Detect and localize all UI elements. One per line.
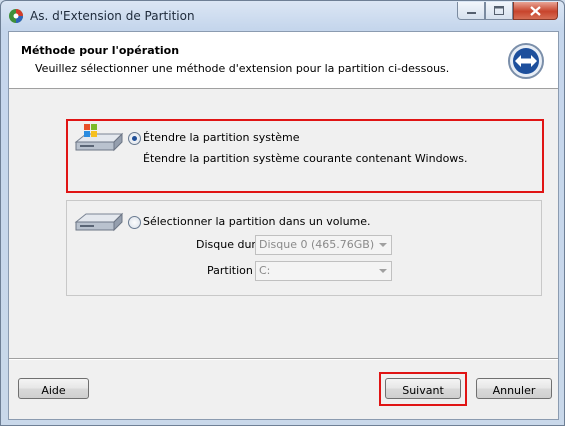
maximize-button[interactable] bbox=[485, 2, 513, 20]
chevron-down-icon bbox=[379, 243, 387, 247]
option-extend-system-description: Étendre la partition système courante co… bbox=[143, 152, 468, 165]
minimize-button[interactable] bbox=[457, 2, 485, 20]
title-bar[interactable]: As. d'Extension de Partition bbox=[1, 1, 564, 31]
next-button[interactable]: Suivant bbox=[385, 378, 461, 399]
maximize-icon bbox=[494, 6, 504, 15]
disk-select-value: Disque 0 (465.76GB) bbox=[259, 238, 375, 251]
disk-icon bbox=[74, 212, 124, 232]
wizard-window: As. d'Extension de Partition Méthode pou… bbox=[0, 0, 565, 426]
window-title: As. d'Extension de Partition bbox=[30, 9, 195, 23]
footer-separator bbox=[9, 358, 558, 360]
cancel-button[interactable]: Annuler bbox=[476, 378, 552, 399]
partition-select[interactable]: C: bbox=[255, 261, 392, 281]
chevron-down-icon bbox=[379, 269, 387, 273]
header-title: Méthode pour l'opération bbox=[21, 44, 180, 57]
disk-label: Disque dur bbox=[196, 238, 256, 251]
option-extend-system-label[interactable]: Étendre la partition système bbox=[143, 131, 300, 144]
option-select-volume-label[interactable]: Sélectionner la partition dans un volume… bbox=[143, 215, 371, 228]
wizard-header: Méthode pour l'opération Veuillez sélect… bbox=[9, 32, 558, 89]
header-subtitle: Veuillez sélectionner une méthode d'exte… bbox=[35, 62, 450, 75]
window-controls bbox=[457, 2, 558, 20]
double-arrow-icon bbox=[508, 43, 544, 79]
minimize-icon bbox=[466, 12, 476, 14]
partition-label: Partition bbox=[207, 264, 253, 277]
system-disk-icon bbox=[74, 124, 124, 152]
help-button[interactable]: Aide bbox=[18, 378, 89, 399]
disk-select[interactable]: Disque 0 (465.76GB) bbox=[255, 235, 392, 255]
radio-select-volume[interactable] bbox=[128, 216, 141, 229]
wizard-body: Méthode pour l'opération Veuillez sélect… bbox=[8, 31, 559, 420]
close-icon bbox=[530, 5, 541, 16]
close-button[interactable] bbox=[513, 2, 558, 20]
app-logo-icon bbox=[9, 9, 23, 23]
radio-extend-system[interactable] bbox=[128, 132, 141, 145]
partition-select-value: C: bbox=[259, 264, 271, 277]
